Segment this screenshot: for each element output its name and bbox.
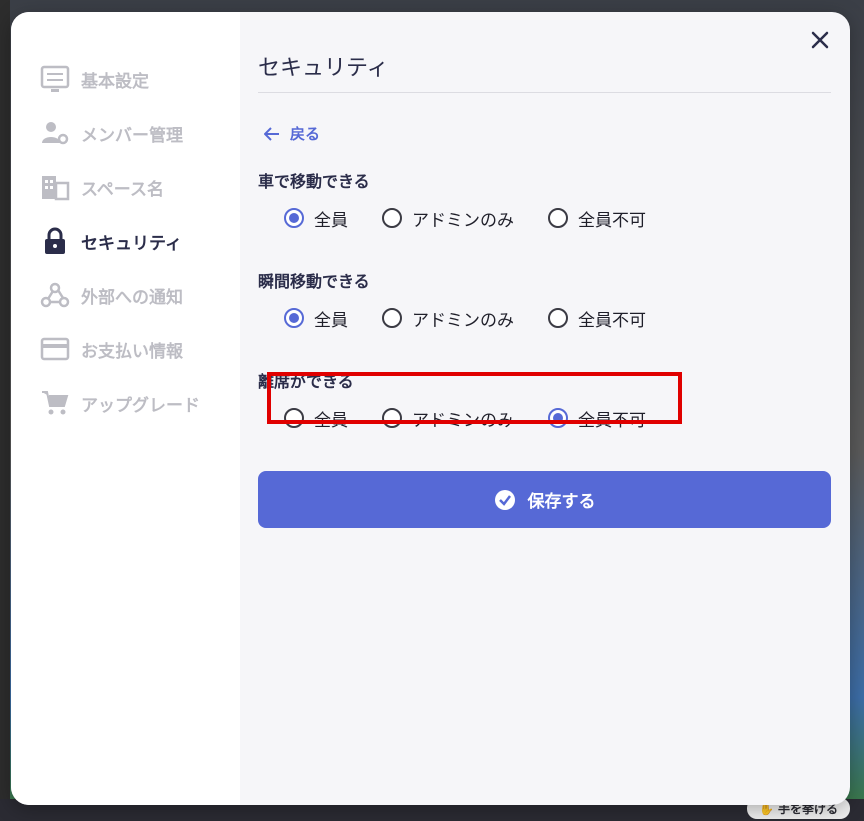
radio-label: 全員不可 <box>578 210 646 231</box>
section-label: 離席ができる <box>258 372 354 391</box>
credit-card-icon <box>39 335 71 363</box>
close-button[interactable] <box>808 28 832 52</box>
radio-group-away: 全員 アドミンのみ 全員不可 <box>258 406 832 431</box>
save-label: 保存する <box>527 492 596 512</box>
radio-label: 全員不可 <box>578 410 646 431</box>
webhook-icon <box>39 281 71 309</box>
radio-button[interactable] <box>284 408 304 428</box>
radio-button[interactable] <box>382 308 402 328</box>
radio-group-car-movement: 全員 アドミンのみ 全員不可 <box>258 206 832 231</box>
radio-label: アドミンのみ <box>412 210 514 231</box>
sidebar-item-security[interactable]: セキュリティ <box>11 214 240 268</box>
sidebar-item-label: 基本設定 <box>81 71 149 92</box>
sidebar-item-basic-settings[interactable]: 基本設定 <box>11 52 240 106</box>
radio-label: 全員 <box>314 310 348 331</box>
sidebar-item-label: スペース名 <box>81 179 164 200</box>
cart-icon <box>39 389 71 417</box>
radio-option-everyone[interactable]: 全員 <box>284 306 348 331</box>
radio-option-nobody[interactable]: 全員不可 <box>548 206 646 231</box>
member-gear-icon <box>39 119 71 147</box>
check-circle-icon <box>494 489 516 511</box>
close-icon <box>811 31 829 49</box>
radio-button[interactable] <box>382 208 402 228</box>
sidebar-item-label: アップグレード <box>81 395 200 416</box>
section-label: 車で移動できる <box>258 172 370 191</box>
sidebar-item-member-management[interactable]: メンバー管理 <box>11 106 240 160</box>
radio-option-nobody[interactable]: 全員不可 <box>548 306 646 331</box>
page-title: セキュリティ <box>258 50 831 93</box>
radio-button-checked[interactable] <box>548 408 568 428</box>
radio-option-everyone[interactable]: 全員 <box>284 406 348 431</box>
radio-option-everyone[interactable]: 全員 <box>284 206 348 231</box>
radio-option-nobody[interactable]: 全員不可 <box>548 406 646 431</box>
radio-button[interactable] <box>548 208 568 228</box>
sidebar-item-external-notification[interactable]: 外部への通知 <box>11 268 240 322</box>
radio-button[interactable] <box>548 308 568 328</box>
settings-modal: 基本設定 メンバー管理 スペース名 セキュリティ 外部への通知 お支払い情報 ア… <box>11 12 850 805</box>
sidebar-item-label: お支払い情報 <box>81 341 183 362</box>
radio-label: アドミンのみ <box>412 310 514 331</box>
arrow-left-icon <box>264 126 280 141</box>
save-button[interactable]: 保存する <box>258 471 831 528</box>
radio-option-admin-only[interactable]: アドミンのみ <box>382 206 514 231</box>
radio-label: 全員不可 <box>578 310 646 331</box>
radio-label: 全員 <box>314 410 348 431</box>
lock-icon <box>39 227 71 255</box>
section-label: 瞬間移動できる <box>258 272 370 291</box>
radio-button[interactable] <box>382 408 402 428</box>
radio-group-teleport: 全員 アドミンのみ 全員不可 <box>258 306 832 331</box>
section-away: 離席ができる 全員 アドミンのみ 全員不可 <box>258 368 832 431</box>
back-link[interactable]: 戻る <box>258 123 832 144</box>
back-label: 戻る <box>290 125 321 143</box>
settings-panel-icon <box>39 65 71 93</box>
radio-label: アドミンのみ <box>412 410 514 431</box>
radio-option-admin-only[interactable]: アドミンのみ <box>382 306 514 331</box>
security-panel: セキュリティ 戻る 車で移動できる 全員 アドミンのみ 全員不可 瞬間移動できる… <box>240 12 850 805</box>
radio-label: 全員 <box>314 210 348 231</box>
sidebar-item-label: セキュリティ <box>81 233 182 254</box>
sidebar-item-label: 外部への通知 <box>81 287 183 308</box>
sidebar-item-upgrade[interactable]: アップグレード <box>11 376 240 430</box>
settings-sidebar: 基本設定 メンバー管理 スペース名 セキュリティ 外部への通知 お支払い情報 ア… <box>11 12 240 805</box>
sidebar-item-payment-info[interactable]: お支払い情報 <box>11 322 240 376</box>
section-car-movement: 車で移動できる 全員 アドミンのみ 全員不可 <box>258 168 832 231</box>
building-icon <box>39 173 71 201</box>
radio-button-checked[interactable] <box>284 308 304 328</box>
sidebar-item-space-name[interactable]: スペース名 <box>11 160 240 214</box>
sidebar-item-label: メンバー管理 <box>81 125 183 146</box>
radio-button-checked[interactable] <box>284 208 304 228</box>
section-teleport: 瞬間移動できる 全員 アドミンのみ 全員不可 <box>258 268 832 331</box>
radio-option-admin-only[interactable]: アドミンのみ <box>382 406 514 431</box>
